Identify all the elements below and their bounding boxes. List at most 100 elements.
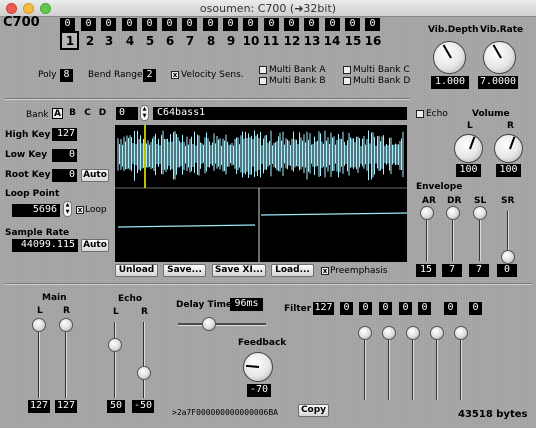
bank-b-button[interactable]: B [67,108,78,119]
delay-time-slider[interactable] [202,317,216,331]
channel-value: 0 [223,18,238,31]
loop-checkbox[interactable]: x [76,206,84,214]
vib-depth-knob[interactable] [433,41,466,74]
channel-6-button[interactable]: 6 [162,34,178,48]
channel-8-button[interactable]: 8 [203,34,219,48]
sample-rate-value[interactable]: 44099.115 [12,239,78,252]
channel-1-button[interactable]: 1 [62,34,78,48]
bank-a-button[interactable]: A [52,108,63,119]
sustain-rate-label: SR [501,196,515,206]
velocity-sens-checkbox[interactable]: x [171,71,179,79]
envelope-slider[interactable] [501,250,515,264]
echo-l-slider[interactable] [108,338,122,352]
main-r-slider[interactable] [59,318,73,332]
multi-bank-c-checkbox[interactable] [343,66,351,74]
low-key-value[interactable]: 0 [52,149,77,162]
echo-enable-checkbox[interactable] [416,110,424,118]
waveform-svg [115,125,407,262]
filter-slider[interactable] [382,326,396,340]
multi-bank-b-checkbox[interactable] [259,77,267,85]
filter-coef-value[interactable]: 0 [399,302,412,315]
high-key-value[interactable]: 127 [52,128,77,141]
title-bar: osoumen: C700 (➜32bit) [0,0,536,17]
loop-point-stepper[interactable]: ▲ ▼ [63,201,72,217]
delay-time-value[interactable]: 96ms [230,298,263,311]
load-button[interactable]: Load... [271,264,314,277]
vib-depth-value[interactable]: 1.000 [431,76,469,89]
echo-r-slider[interactable] [137,366,151,380]
program-number[interactable]: 0 [116,107,138,120]
decay-rate-value[interactable]: 7 [442,264,462,277]
multi-bank-d-checkbox[interactable] [343,77,351,85]
channel-value: 0 [325,18,340,31]
knob-indicator [492,44,502,58]
save-xi-button[interactable]: Save XI... [212,264,266,277]
channel-4-button[interactable]: 4 [122,34,138,48]
sustain-level-value[interactable]: 7 [469,264,489,277]
channel-2-button[interactable]: 2 [82,34,98,48]
channel-value: 0 [304,18,319,31]
envelope-slider[interactable] [420,206,434,220]
channel-3-button[interactable]: 3 [101,34,117,48]
bank-c-button[interactable]: C [82,108,93,119]
filter-slider[interactable] [430,326,444,340]
root-key-auto-button[interactable]: Auto [81,169,109,182]
filter-coef-value[interactable]: 0 [359,302,372,315]
waveform-view[interactable] [115,125,407,262]
main-l-slider[interactable] [32,318,46,332]
filter-coef-value[interactable]: 127 [313,302,334,315]
byte-count: 43518 bytes [458,409,528,420]
filter-coef-value[interactable]: 0 [444,302,457,315]
channel-12-button[interactable]: 12 [282,34,302,48]
loop-zoom-right [260,212,407,216]
volume-l-value[interactable]: 100 [456,164,481,177]
echo-r-value[interactable]: -50 [132,400,154,413]
filter-slider[interactable] [454,326,468,340]
channel-value: 0 [162,18,177,31]
channel-11-button[interactable]: 11 [261,34,281,48]
bend-range-value[interactable]: 2 [143,69,156,82]
feedback-value[interactable]: -70 [247,384,271,397]
vib-rate-knob[interactable] [483,41,516,74]
main-l-value[interactable]: 127 [28,400,50,413]
bank-d-button[interactable]: D [97,108,108,119]
main-r-value[interactable]: 127 [55,400,77,413]
loop-point-value[interactable]: 5696 [12,204,60,217]
sample-rate-auto-button[interactable]: Auto [81,239,109,252]
sustain-rate-value[interactable]: 0 [497,264,517,277]
channel-13-button[interactable]: 13 [302,34,322,48]
loop-point-label: Loop Point [5,189,60,199]
save-button[interactable]: Save... [163,264,206,277]
channel-5-button[interactable]: 5 [142,34,158,48]
channel-10-button[interactable]: 10 [241,34,261,48]
program-name-field[interactable]: C64bass1 [153,107,407,120]
volume-r-knob[interactable] [494,134,523,163]
multi-bank-a-checkbox[interactable] [259,66,267,74]
channel-14-button[interactable]: 14 [322,34,342,48]
echo-l-value[interactable]: 50 [107,400,125,413]
envelope-slider[interactable] [446,206,460,220]
envelope-slider[interactable] [473,206,487,220]
channel-7-button[interactable]: 7 [182,34,198,48]
channel-9-button[interactable]: 9 [223,34,239,48]
channel-15-button[interactable]: 15 [343,34,363,48]
filter-coef-value[interactable]: 0 [469,302,482,315]
feedback-knob[interactable] [243,352,273,382]
filter-coef-value[interactable]: 0 [379,302,392,315]
volume-l-knob[interactable] [454,134,483,163]
program-stepper[interactable]: ▲ ▼ [140,105,149,121]
filter-coef-value[interactable]: 0 [340,302,353,315]
copy-button[interactable]: Copy [298,404,329,417]
attack-rate-value[interactable]: 15 [416,264,436,277]
poly-value[interactable]: 8 [60,69,73,82]
filter-coef-value[interactable]: 0 [418,302,431,315]
unload-button[interactable]: Unload [115,264,158,277]
filter-slider[interactable] [406,326,420,340]
filter-track [460,330,462,400]
filter-slider[interactable] [358,326,372,340]
root-key-value[interactable]: 0 [52,169,77,182]
vib-rate-value[interactable]: 7.0000 [478,76,518,89]
preemphasis-checkbox[interactable]: x [321,267,329,275]
volume-r-value[interactable]: 100 [496,164,521,177]
channel-16-button[interactable]: 16 [363,34,383,48]
